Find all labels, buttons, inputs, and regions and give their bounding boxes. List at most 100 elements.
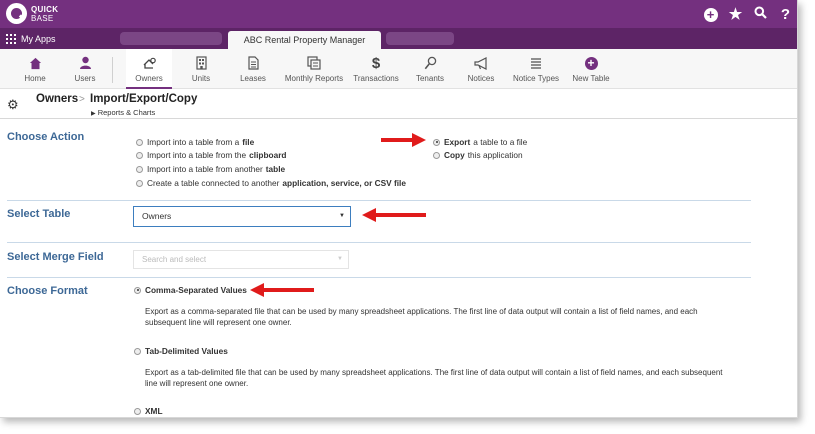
- top-bar: QUICK BASE + ★ ?: [0, 0, 797, 28]
- option-import-clipboard[interactable]: Import into a table from the clipboard: [136, 150, 287, 160]
- leases-icon: [236, 55, 270, 71]
- app-tab-hidden[interactable]: [120, 32, 222, 45]
- nav-label: Home: [24, 74, 46, 83]
- nav-label: Notices: [467, 74, 495, 83]
- radio-button[interactable]: [136, 165, 143, 173]
- users-icon: [68, 55, 102, 71]
- notices-icon: [462, 55, 500, 71]
- nav-notices[interactable]: Notices: [462, 49, 500, 89]
- annotation-arrow-icon: [362, 208, 426, 222]
- nav-label: Units: [191, 74, 211, 83]
- search-icon[interactable]: [748, 6, 773, 23]
- notice-types-icon: [511, 55, 561, 71]
- section-divider: [7, 242, 751, 243]
- app-tab-active[interactable]: ABC Rental Property Manager: [228, 31, 381, 50]
- option-bold-text: table: [265, 164, 286, 174]
- gear-icon[interactable]: ⚙: [7, 97, 19, 113]
- plus-icon[interactable]: +: [698, 6, 723, 23]
- select-table-dropdown[interactable]: Owners ▼: [133, 206, 351, 227]
- format-name: Comma-Separated Values: [145, 285, 247, 295]
- nav-monthly-reports[interactable]: Monthly Reports: [284, 49, 344, 89]
- format-tsv-option[interactable]: Tab-Delimited Values: [134, 346, 228, 356]
- radio-button[interactable]: [433, 151, 440, 159]
- format-name: XML: [145, 406, 163, 416]
- help-icon[interactable]: ?: [773, 6, 797, 23]
- page-title: Import/Export/Copy: [90, 93, 198, 105]
- my-apps-label: My Apps: [21, 33, 56, 44]
- option-bold-text: file: [242, 137, 255, 147]
- annotation-arrow-icon: [250, 283, 314, 297]
- radio-button[interactable]: [134, 347, 141, 355]
- home-icon: [17, 55, 53, 71]
- nav-label: Users: [74, 74, 96, 83]
- option-bold-text: Export: [444, 137, 471, 147]
- units-icon: [184, 55, 218, 71]
- quickbase-logo[interactable]: QUICK BASE: [6, 3, 58, 24]
- nav-label: Leases: [240, 74, 266, 83]
- option-copy-application[interactable]: Copy this application: [433, 150, 523, 160]
- nav-notice-types[interactable]: Notice Types: [511, 49, 561, 89]
- radio-button[interactable]: [134, 407, 141, 415]
- nav-owners[interactable]: Owners: [126, 49, 172, 89]
- option-text: a table to a file: [473, 137, 528, 147]
- section-divider: [7, 277, 751, 278]
- transactions-icon: $: [371, 54, 381, 72]
- reports-charts-link[interactable]: ▶ Reports & Charts: [91, 108, 155, 117]
- top-icons: + ★ ?: [698, 0, 797, 28]
- option-import-file[interactable]: Import into a table from a file: [136, 137, 254, 147]
- nav-label: New Table: [572, 74, 610, 83]
- app-tab-hidden[interactable]: [386, 32, 454, 45]
- format-description: Export as a comma-separated file that ca…: [145, 307, 698, 327]
- logo-line1: QUICK: [31, 4, 59, 14]
- format-description: Export as a tab-delimited file that can …: [145, 368, 723, 388]
- dropdown-caret-icon: ▼: [337, 256, 343, 262]
- nav-label: Tenants: [415, 74, 445, 83]
- monthly-reports-icon: [284, 55, 344, 71]
- select-merge-field-label: Select Merge Field: [7, 251, 104, 263]
- option-text: Import into a table from another: [147, 164, 263, 174]
- section-divider: [7, 200, 751, 201]
- option-text: Import into a table from a: [147, 137, 240, 147]
- breadcrumb: ⚙ Owners > Import/Export/Copy ▶ Reports …: [0, 89, 797, 119]
- option-text: Create a table connected to another: [147, 178, 280, 188]
- choose-format-label: Choose Format: [7, 285, 88, 297]
- option-create-connected-table[interactable]: Create a table connected to another appli…: [136, 178, 406, 188]
- nav-label: Monthly Reports: [284, 74, 344, 83]
- nav-separator: [112, 57, 113, 83]
- radio-button[interactable]: [136, 179, 143, 187]
- nav-units[interactable]: Units: [184, 49, 218, 89]
- my-apps-button[interactable]: My Apps: [6, 28, 56, 49]
- breadcrumb-table-link[interactable]: Owners: [36, 93, 78, 105]
- nav-label: Notice Types: [512, 74, 560, 83]
- format-xml-option[interactable]: XML: [134, 406, 163, 416]
- radio-button[interactable]: [136, 151, 143, 159]
- select-table-label: Select Table: [7, 208, 71, 220]
- option-bold-text: clipboard: [249, 150, 287, 160]
- table-nav: Home Users Owners Units Leases Monthly R…: [0, 49, 797, 89]
- nav-transactions[interactable]: $ Transactions: [353, 49, 399, 89]
- tenants-icon: [412, 55, 448, 71]
- owners-icon: [126, 55, 172, 71]
- option-text: Import into a table from the: [147, 150, 247, 160]
- format-csv-option[interactable]: Comma-Separated Values: [134, 285, 247, 295]
- breadcrumb-separator: >: [79, 94, 85, 105]
- option-import-table[interactable]: Import into a table from another table: [136, 164, 285, 174]
- apps-grid-icon: [6, 33, 16, 44]
- nav-users[interactable]: Users: [68, 49, 102, 89]
- nav-tenants[interactable]: Tenants: [412, 49, 448, 89]
- nav-leases[interactable]: Leases: [236, 49, 270, 89]
- nav-label: Owners: [135, 74, 163, 83]
- radio-button[interactable]: [136, 138, 143, 146]
- nav-home[interactable]: Home: [17, 49, 53, 89]
- reports-charts-label: Reports & Charts: [97, 108, 156, 117]
- nav-new-table[interactable]: + New Table: [570, 49, 612, 89]
- option-bold-text: Copy: [444, 150, 465, 160]
- star-icon[interactable]: ★: [723, 5, 748, 23]
- dropdown-caret-icon: ▼: [339, 213, 345, 219]
- radio-button-selected[interactable]: [433, 138, 440, 146]
- logo-line2: BASE: [31, 13, 54, 23]
- app-window: QUICK BASE + ★ ? My Apps ABC Rental Prop…: [0, 0, 798, 418]
- option-export-table[interactable]: Export a table to a file: [433, 137, 527, 147]
- radio-button-selected[interactable]: [134, 286, 141, 294]
- merge-field-placeholder: Search and select: [142, 255, 207, 264]
